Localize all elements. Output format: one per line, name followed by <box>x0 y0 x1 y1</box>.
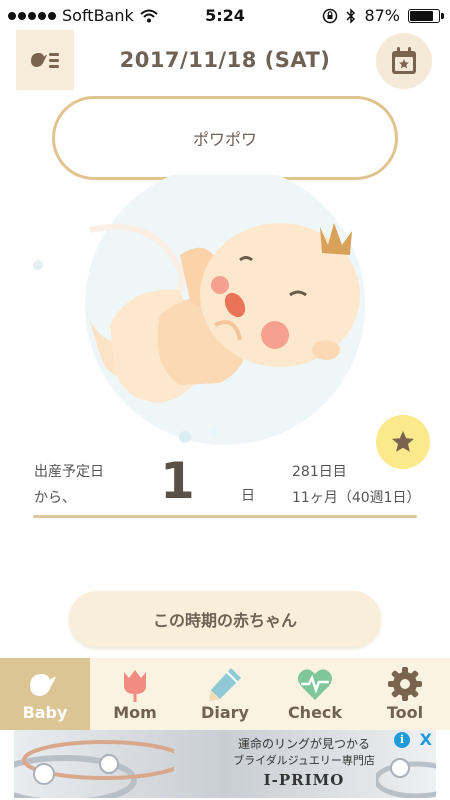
days-elapsed: 281日目 <box>292 464 347 480</box>
baby-this-period-button[interactable]: この時期の赤ちゃん <box>69 591 381 647</box>
pregnancy-week: 11ヶ月（40週1日） <box>292 490 421 506</box>
gear-icon <box>388 667 422 701</box>
due-date-label-line1: 出産予定日 <box>34 464 104 480</box>
bluetooth-icon <box>346 7 356 24</box>
ring-image <box>14 740 174 798</box>
countdown-divider <box>33 515 417 518</box>
ad-info-icon[interactable]: i <box>394 732 410 748</box>
tab-check[interactable]: Check <box>270 658 360 730</box>
ad-brand: I-PRIMO <box>263 771 345 789</box>
tab-baby-label: Baby <box>22 703 68 722</box>
ad-banner[interactable]: 運命のリングが見つかる ブライダルジュエリー専門店 I-PRIMO i X <box>14 730 436 798</box>
due-date-label: 出産予定日 から、 <box>34 459 104 511</box>
tab-bar: Baby Mom Diary Check Tool <box>0 658 450 730</box>
tab-diary[interactable]: Diary <box>180 658 270 730</box>
ad-close-icon[interactable]: X <box>420 730 432 749</box>
tab-diary-label: Diary <box>201 703 249 722</box>
days-count: 1 <box>160 452 195 510</box>
calendar-button[interactable] <box>376 33 432 89</box>
speech-bubble: ポワポワ <box>52 96 398 180</box>
battery-icon <box>408 8 444 23</box>
days-unit: 日 <box>241 488 255 504</box>
pencil-icon <box>209 668 241 701</box>
tab-tool[interactable]: Tool <box>360 658 450 730</box>
tab-mom-label: Mom <box>113 703 157 722</box>
star-icon <box>392 431 414 452</box>
tab-baby[interactable]: Baby <box>0 658 90 730</box>
tab-mom[interactable]: Mom <box>90 658 180 730</box>
heart-pulse-icon <box>298 669 332 700</box>
battery-percent: 87% <box>364 6 400 25</box>
bird-icon <box>30 674 56 696</box>
baby-this-period-label: この時期の赤ちゃん <box>152 611 297 630</box>
speech-bubble-text: ポワポワ <box>192 130 257 149</box>
tulip-icon <box>124 670 146 702</box>
rotation-lock-icon <box>323 8 338 23</box>
status-bar: SoftBank 5:24 87% <box>0 0 450 30</box>
pregnancy-stats: 281日目 11ヶ月（40週1日） <box>292 459 421 511</box>
baby-illustration <box>33 175 365 445</box>
tab-check-label: Check <box>287 703 343 722</box>
due-date-label-line2: から、 <box>34 490 76 506</box>
tab-tool-label: Tool <box>386 703 424 722</box>
calendar-star-icon <box>392 47 416 74</box>
status-right: 87% <box>322 6 444 25</box>
ad-subline: ブライダルジュエリー専門店 <box>233 754 375 767</box>
